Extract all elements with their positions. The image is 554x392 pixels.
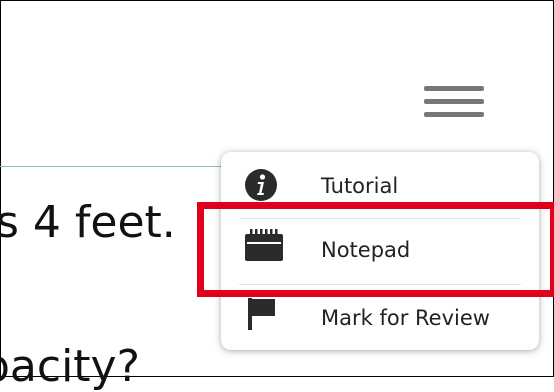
menu-item-label: Tutorial — [321, 174, 399, 198]
hamburger-menu-icon[interactable] — [422, 82, 486, 122]
menu-item-label: Mark for Review — [321, 306, 490, 330]
flag-icon — [244, 296, 278, 330]
highlight-box — [197, 202, 554, 297]
info-icon — [244, 168, 278, 202]
header-divider — [0, 166, 240, 167]
question-text-fragment: s 4 feet. — [0, 197, 176, 248]
question-text-fragment: pacity? — [0, 341, 140, 392]
